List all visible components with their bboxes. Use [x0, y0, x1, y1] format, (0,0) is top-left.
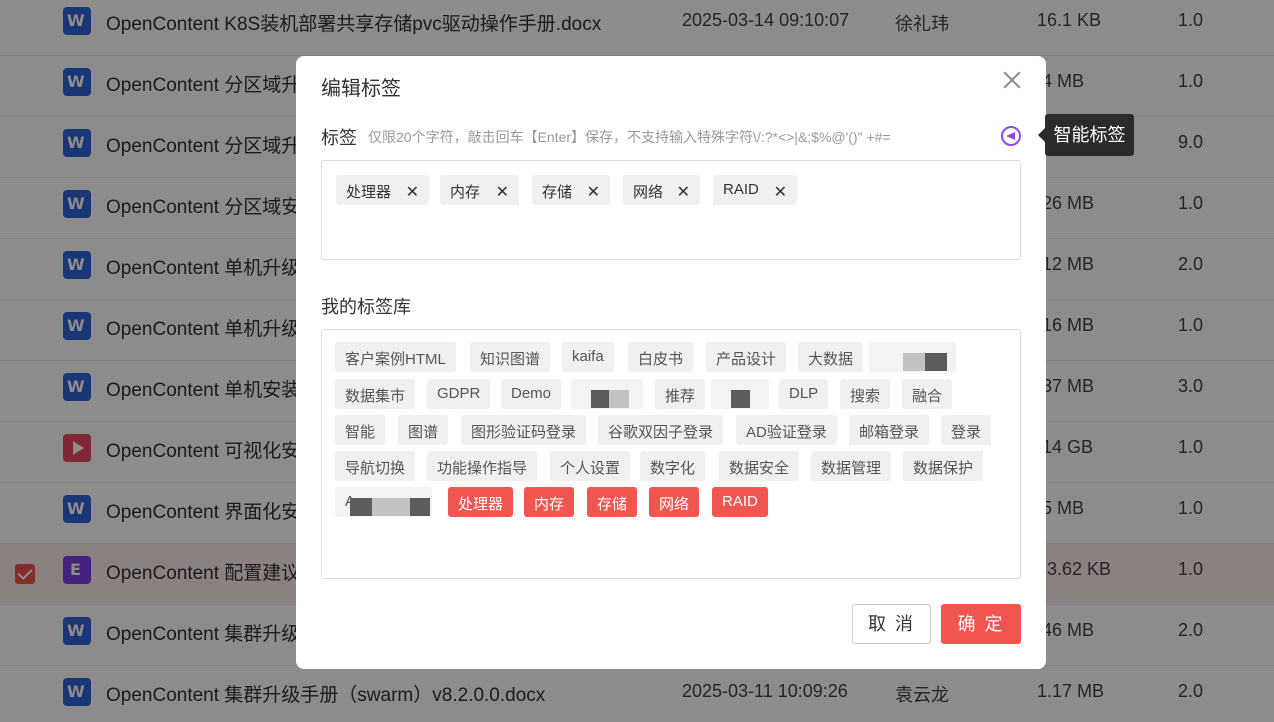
library-tag[interactable]: 融合: [902, 379, 953, 409]
library-tag[interactable]: 搜索: [840, 379, 891, 409]
library-tag[interactable]: GDPR: [427, 379, 491, 409]
selected-tag: 网络 ✕: [623, 175, 700, 205]
remove-tag-icon[interactable]: ✕: [774, 182, 787, 202]
library-tag-selected[interactable]: 内存: [524, 487, 575, 517]
library-tag[interactable]: 客户案例HTML: [335, 342, 456, 372]
redacted-tag[interactable]: [711, 379, 769, 409]
redacted-tag[interactable]: [869, 342, 956, 372]
redacted-tag[interactable]: [571, 379, 643, 409]
smart-tag-tooltip: 智能标签: [1038, 114, 1134, 156]
library-tag[interactable]: AD验证登录: [736, 415, 837, 445]
library-tag[interactable]: 知识图谱: [470, 342, 551, 372]
smart-tag-icon[interactable]: [1001, 126, 1021, 146]
library-tag-selected[interactable]: 处理器: [448, 487, 514, 517]
selected-tag: RAID ✕: [713, 175, 797, 205]
close-icon[interactable]: [1000, 68, 1024, 92]
library-tag[interactable]: Demo: [501, 379, 562, 409]
library-tag[interactable]: 大数据: [798, 342, 864, 372]
library-tag[interactable]: 数据管理: [811, 451, 892, 481]
remove-tag-icon[interactable]: ✕: [406, 182, 419, 202]
tags-label: 标签: [321, 128, 357, 148]
tag-input-box[interactable]: 处理器 ✕ 内存 ✕ 存储 ✕ 网络 ✕ RAID ✕: [321, 160, 1021, 260]
tags-hint: 仅限20个字符，敲击回车【Enter】保存，不支持输入特殊字符\/:?*<>|&…: [368, 129, 891, 145]
library-tag[interactable]: 个人设置: [550, 451, 631, 481]
library-tag[interactable]: 数据集市: [335, 379, 416, 409]
library-tag[interactable]: 产品设计: [706, 342, 787, 372]
remove-tag-icon[interactable]: ✕: [496, 182, 509, 202]
tag-label: 处理器: [346, 184, 392, 201]
library-tag-selected[interactable]: 网络: [649, 487, 700, 517]
tag-library: 客户案例HTML 知识图谱 kaifa 白皮书 产品设计 大数据 数据集市 GD…: [321, 329, 1021, 579]
redacted-tag[interactable]: A: [335, 487, 432, 517]
selected-tag: 内存 ✕: [440, 175, 519, 205]
dialog-title: 编辑标签: [321, 78, 401, 100]
tag-label: 网络: [633, 184, 664, 201]
library-tag[interactable]: 数据保护: [903, 451, 984, 481]
selected-tag: 处理器 ✕: [336, 175, 429, 205]
confirm-button[interactable]: 确 定: [941, 604, 1021, 644]
cancel-button[interactable]: 取 消: [852, 604, 931, 644]
library-tag[interactable]: DLP: [779, 379, 829, 409]
library-tag[interactable]: 数字化: [640, 451, 706, 481]
tag-label: RAID: [723, 181, 759, 198]
library-tag[interactable]: kaifa: [562, 342, 614, 372]
library-tag[interactable]: 谷歌双因子登录: [598, 415, 724, 445]
library-tag[interactable]: 数据安全: [719, 451, 800, 481]
library-tag[interactable]: 智能: [335, 415, 386, 445]
library-tag[interactable]: 邮箱登录: [849, 415, 930, 445]
tag-label: 内存: [450, 184, 481, 201]
library-tag-selected[interactable]: RAID: [712, 487, 768, 517]
library-tag[interactable]: 推荐: [655, 379, 706, 409]
edit-tags-dialog: 编辑标签 标签 仅限20个字符，敲击回车【Enter】保存，不支持输入特殊字符\…: [296, 56, 1046, 669]
remove-tag-icon[interactable]: ✕: [677, 182, 690, 202]
library-tag[interactable]: 导航切换: [335, 451, 416, 481]
tag-library-label: 我的标签库: [321, 297, 411, 317]
remove-tag-icon[interactable]: ✕: [587, 182, 600, 202]
tag-label: 存储: [542, 184, 573, 201]
library-tag-selected[interactable]: 存储: [587, 487, 638, 517]
library-tag[interactable]: 功能操作指导: [427, 451, 538, 481]
selected-tag: 存储 ✕: [532, 175, 610, 205]
library-tag[interactable]: 图谱: [398, 415, 449, 445]
library-tag[interactable]: 图形验证码登录: [461, 415, 587, 445]
library-tag[interactable]: 登录: [941, 415, 992, 445]
library-tag[interactable]: 白皮书: [628, 342, 694, 372]
